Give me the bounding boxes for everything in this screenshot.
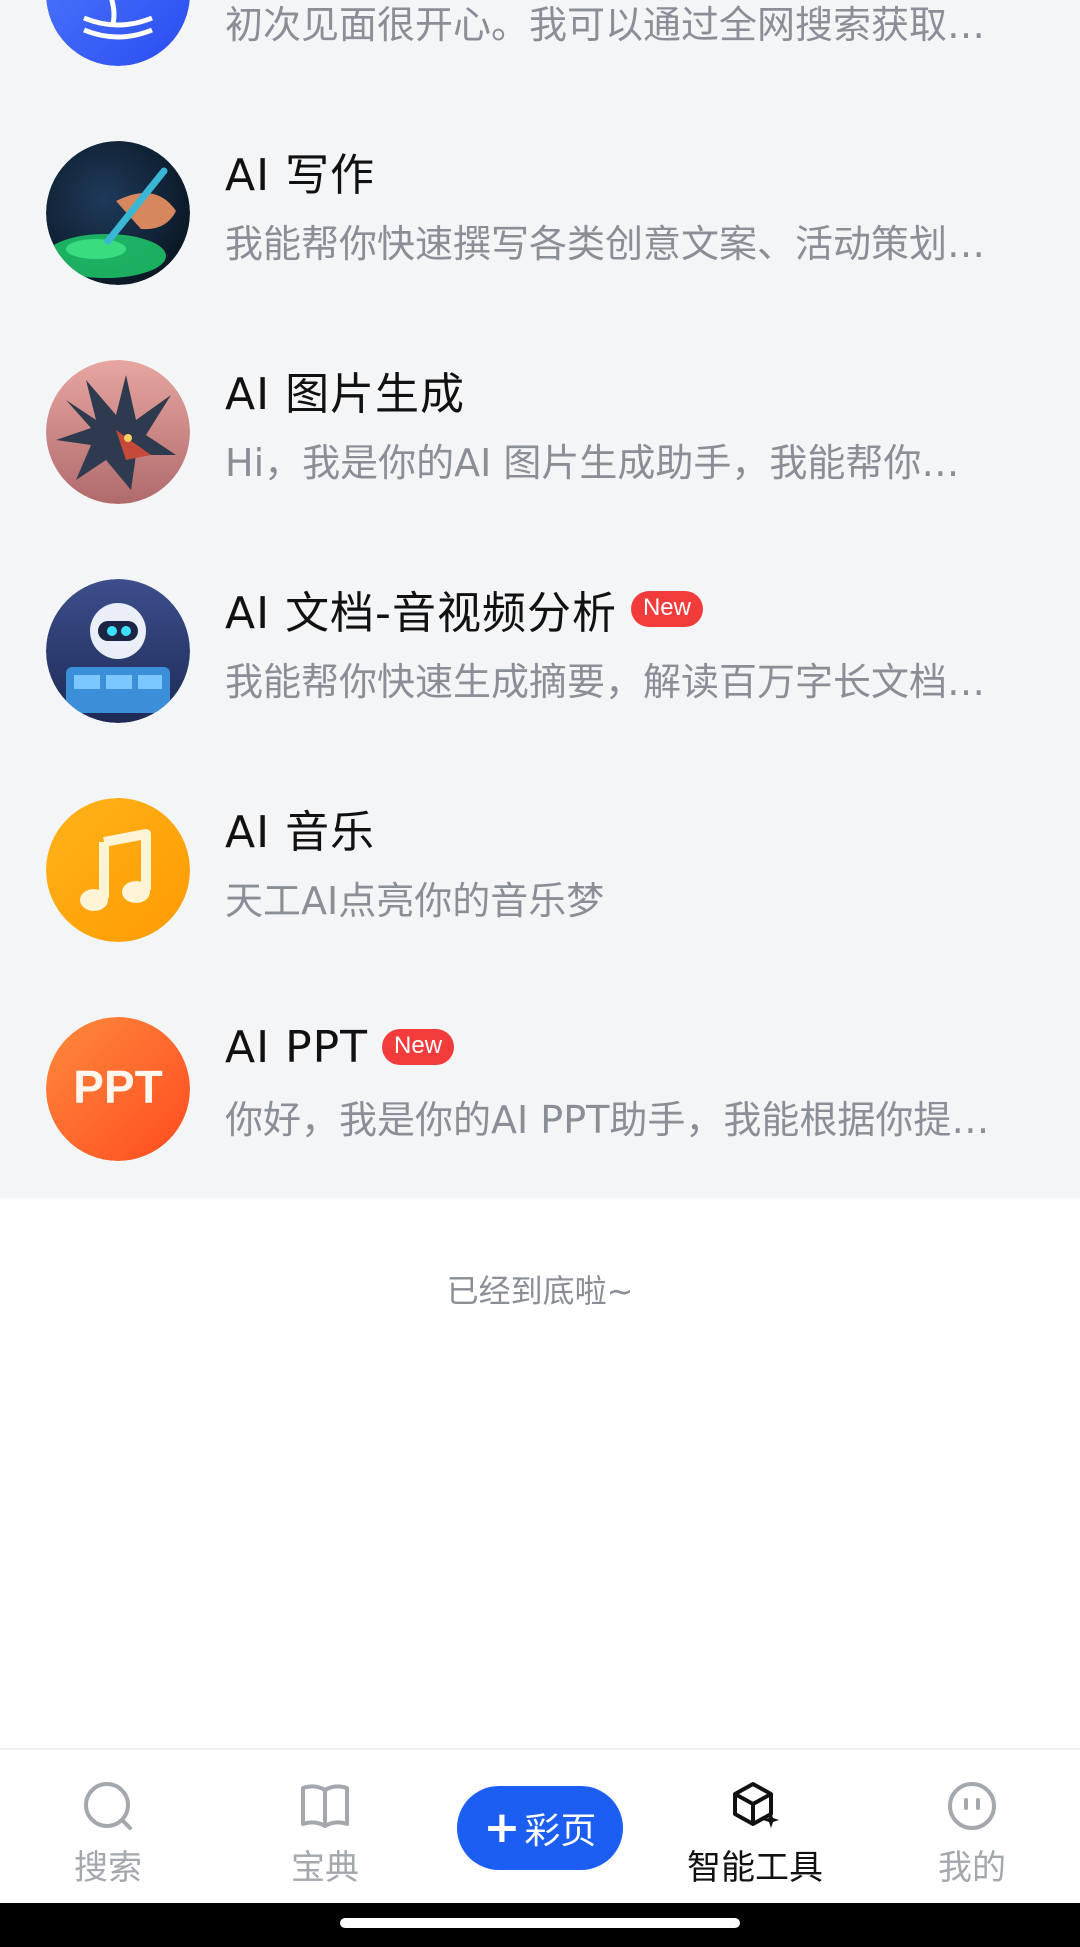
- ppt-icon-text: PPT: [73, 1061, 162, 1113]
- end-of-list-text: 已经到底啦~: [446, 1272, 634, 1310]
- list-item-desc: 初次见面很开心。我可以通过全网搜索获取…: [225, 3, 986, 47]
- list-item-ai-music[interactable]: AI 音乐 天工AI点亮你的音乐梦: [0, 728, 1080, 947]
- list-item-title-row: AI 文档-音视频分析 New: [225, 579, 703, 639]
- new-badge: New: [630, 591, 703, 627]
- tab-smart-tools[interactable]: 智能工具: [675, 1778, 835, 1889]
- tab-search-label: 搜索: [74, 1848, 142, 1888]
- cube-sparkle-icon: [733, 1782, 779, 1828]
- list-item-search[interactable]: 初次见面很开心。我可以通过全网搜索获取…: [0, 0, 1080, 71]
- home-indicator[interactable]: [340, 1918, 740, 1928]
- create-caiye-button[interactable]: + 彩页: [457, 1786, 623, 1870]
- list-item-desc: 天工AI点亮你的音乐梦: [225, 879, 605, 923]
- list-item-title-row: AI 图片生成: [225, 360, 465, 420]
- list-item-ai-doc-analysis[interactable]: AI 文档-音视频分析 New 我能帮你快速生成摘要，解读百万字长文档…: [0, 509, 1080, 728]
- list-item-title: AI PPT: [225, 1021, 369, 1073]
- list-item-title-row: AI 音乐: [225, 798, 375, 858]
- search-icon: [84, 1782, 132, 1830]
- list-item-title-row: AI 写作: [225, 141, 375, 201]
- tiangong-search-icon: [46, 0, 190, 66]
- tab-search[interactable]: 搜索: [28, 1778, 188, 1889]
- list-item-title: AI 写作: [225, 150, 376, 201]
- ppt-icon: PPT: [46, 1017, 190, 1161]
- tab-guide[interactable]: 宝典: [245, 1778, 405, 1889]
- plus-icon: +: [483, 1802, 521, 1853]
- list-item-desc: 我能帮你快速生成摘要，解读百万字长文档…: [225, 660, 986, 704]
- tab-mine-label: 我的: [938, 1848, 1006, 1888]
- music-note-icon: [46, 798, 190, 942]
- list-item-title: AI 文档-音视频分析: [225, 588, 617, 639]
- tab-mine[interactable]: 我的: [892, 1778, 1052, 1889]
- list-item-desc: 你好，我是你的AI PPT助手，我能根据你提…: [225, 1098, 990, 1142]
- list-item-desc: 我能帮你快速撰写各类创意文案、活动策划…: [225, 222, 986, 266]
- ai-doc-robot-icon: [46, 579, 190, 723]
- list-item-title-row: AI PPT New: [225, 1017, 455, 1077]
- list-item-ai-ppt[interactable]: PPT AI PPT New 你好，我是你的AI PPT助手，我能根据你提…: [0, 947, 1080, 1166]
- list-item-ai-image[interactable]: AI 图片生成 Hi，我是你的AI 图片生成助手，我能帮你…: [0, 290, 1080, 509]
- list-item-title: AI 图片生成: [225, 369, 466, 420]
- tool-list: 初次见面很开心。我可以通过全网搜索获取… AI 写作 我能帮你快速撰写各类创意文…: [0, 0, 1080, 1198]
- list-item-title: AI 音乐: [225, 807, 376, 858]
- create-caiye-label: 彩页: [524, 1811, 597, 1852]
- screen: 初次见面很开心。我可以通过全网搜索获取… AI 写作 我能帮你快速撰写各类创意文…: [0, 0, 1080, 1947]
- tab-guide-label: 宝典: [291, 1848, 359, 1888]
- new-badge: New: [382, 1029, 455, 1065]
- list-item-ai-writing[interactable]: AI 写作 我能帮你快速撰写各类创意文案、活动策划…: [0, 71, 1080, 290]
- smiley-face-icon: [948, 1782, 996, 1830]
- bottom-tab-bar: 搜索 宝典 + 彩页 智能工具 我的: [0, 1748, 1080, 1905]
- ai-image-dragon-icon: [46, 360, 190, 504]
- list-item-desc: Hi，我是你的AI 图片生成助手，我能帮你…: [225, 441, 960, 485]
- tab-smart-tools-label: 智能工具: [687, 1848, 823, 1888]
- book-icon: [301, 1784, 349, 1828]
- ai-writing-icon: [46, 141, 190, 285]
